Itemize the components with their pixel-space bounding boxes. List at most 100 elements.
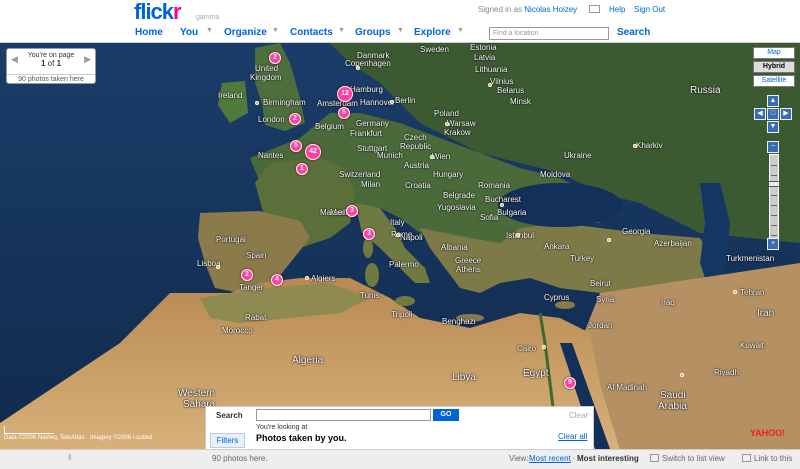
map-label: Estonia <box>470 43 497 52</box>
pan-center-icon[interactable]: □ <box>767 108 779 120</box>
prev-page-arrow-icon[interactable]: ◀ <box>11 54 18 65</box>
most-interesting-option[interactable]: Most interesting <box>577 454 639 463</box>
photo-cluster-marker[interactable]: 2 <box>289 113 301 125</box>
map-label: Palermo <box>389 260 419 269</box>
photo-cluster-marker[interactable]: 2 <box>241 269 253 281</box>
pan-left-icon[interactable]: ◀ <box>754 108 766 120</box>
go-button[interactable]: GO <box>433 409 459 421</box>
nav-groups[interactable]: Groups <box>355 27 391 38</box>
map-label: Moldova <box>540 170 571 179</box>
status-bar: ‖ 90 photos here. View: Most recent · Mo… <box>0 449 800 469</box>
location-search-button[interactable]: Search <box>617 27 650 38</box>
mail-icon[interactable] <box>589 5 600 13</box>
map-type-satellite-button[interactable]: Satellite <box>753 75 795 87</box>
map-label: Cairo <box>517 344 537 353</box>
city-dot <box>542 345 546 349</box>
map-type-map-button[interactable]: Map <box>753 47 795 59</box>
view-label: View: <box>509 454 529 463</box>
map-label: Romania <box>478 181 511 190</box>
zoom-tick <box>771 225 777 226</box>
link-icon[interactable] <box>742 454 751 462</box>
zoom-out-icon[interactable]: + <box>767 238 779 250</box>
pan-up-icon[interactable]: ▲ <box>767 95 779 107</box>
photo-cluster-marker[interactable]: 3 <box>346 205 358 217</box>
sign-out-link[interactable]: Sign Out <box>634 5 665 14</box>
location-search-input[interactable]: Find a location <box>489 27 609 40</box>
city-dot <box>680 373 684 377</box>
nav-bar: Home You ▼ Organize ▼ Contacts ▼ Groups … <box>0 24 800 43</box>
photo-search-input[interactable] <box>256 409 431 421</box>
flickr-logo[interactable]: flickr gamma <box>134 0 219 24</box>
map-label: Austria <box>404 161 429 170</box>
help-link[interactable]: Help <box>609 5 625 14</box>
map-type-hybrid-button[interactable]: Hybrid <box>753 61 795 73</box>
photo-cluster-marker[interactable]: 2 <box>269 52 281 64</box>
map-label: Belgrade <box>443 191 476 200</box>
list-view-icon[interactable] <box>650 454 659 462</box>
nav-home[interactable]: Home <box>135 27 163 38</box>
switch-list-view-link[interactable]: Switch to list view <box>662 454 725 463</box>
map-label: Poland <box>434 109 459 118</box>
zoom-tick <box>771 235 777 236</box>
city-dot <box>607 238 611 242</box>
map-label: Wien <box>432 152 451 161</box>
photo-cluster-marker[interactable]: 3 <box>363 228 375 240</box>
map-label: Azerbaijan <box>654 239 692 248</box>
map-label: Napoli <box>400 233 423 242</box>
map-scale-bar <box>4 426 54 434</box>
map-label: Turkey <box>570 254 595 263</box>
photo-cluster-marker[interactable]: 1 <box>296 163 308 175</box>
filters-tab[interactable]: Filters <box>210 433 245 448</box>
zoom-tick <box>771 175 777 176</box>
map-label: United <box>255 64 279 73</box>
contacts-dropdown-icon[interactable]: ▼ <box>338 27 345 34</box>
map-label: Tripoli <box>391 310 413 319</box>
map-label: Albania <box>441 243 468 252</box>
view-separator: · <box>572 454 575 463</box>
map-label: Sweden <box>420 45 449 54</box>
organize-dropdown-icon[interactable]: ▼ <box>272 27 279 34</box>
next-page-arrow-icon[interactable]: ▶ <box>84 54 91 65</box>
nav-organize[interactable]: Organize <box>224 27 267 38</box>
most-recent-link[interactable]: Most recent <box>529 454 571 463</box>
map-label: Ankara <box>544 242 570 251</box>
drag-handle-icon[interactable]: ‖ <box>68 453 71 462</box>
photo-cluster-marker[interactable]: 9 <box>564 377 576 389</box>
map-label: Algiers <box>311 274 336 283</box>
logo-text: flick <box>134 0 174 24</box>
clear-search-link[interactable]: Clear <box>569 411 588 420</box>
photo-cluster-marker[interactable]: 4 <box>271 274 283 286</box>
photo-cluster-marker[interactable]: 5 <box>290 140 302 152</box>
map-label: Iran <box>757 308 775 319</box>
nav-you[interactable]: You <box>180 27 198 38</box>
world-map[interactable]: Danmark Copenhagen Lithuania Vilnius Bel… <box>0 43 800 449</box>
groups-dropdown-icon[interactable]: ▼ <box>397 27 404 34</box>
map-label: Istanbul <box>506 231 535 240</box>
photo-cluster-marker[interactable]: 5 <box>338 107 350 119</box>
map-label: Saudi <box>660 390 686 401</box>
map-label: Riyadh <box>714 368 739 377</box>
clear-all-link[interactable]: Clear all <box>558 432 587 441</box>
map-label: Milan <box>361 180 381 189</box>
photo-cluster-marker[interactable]: 42 <box>305 144 321 160</box>
zoom-tick <box>771 215 777 216</box>
logo-r: r <box>173 0 182 24</box>
photo-cluster-marker[interactable]: 12 <box>337 86 353 102</box>
map-label: Turkmenistan <box>726 254 775 263</box>
zoom-slider-track[interactable] <box>769 154 779 249</box>
zoom-in-icon[interactable]: − <box>767 141 779 153</box>
zoom-slider-handle[interactable] <box>768 181 780 187</box>
link-to-this[interactable]: Link to this <box>754 454 792 463</box>
filter-description: Photos taken by you. <box>256 433 347 443</box>
map-label: Munich <box>377 151 403 160</box>
nav-explore[interactable]: Explore <box>414 27 451 38</box>
username-link[interactable]: Nicolas Hoizey <box>524 5 577 14</box>
city-dot <box>500 203 504 207</box>
nav-contacts[interactable]: Contacts <box>290 27 333 38</box>
pan-down-icon[interactable]: ▼ <box>767 121 779 133</box>
explore-dropdown-icon[interactable]: ▼ <box>457 27 464 34</box>
zoom-tick <box>771 165 777 166</box>
you-dropdown-icon[interactable]: ▼ <box>206 27 213 34</box>
city-dot <box>516 233 520 237</box>
pan-right-icon[interactable]: ▶ <box>780 108 792 120</box>
